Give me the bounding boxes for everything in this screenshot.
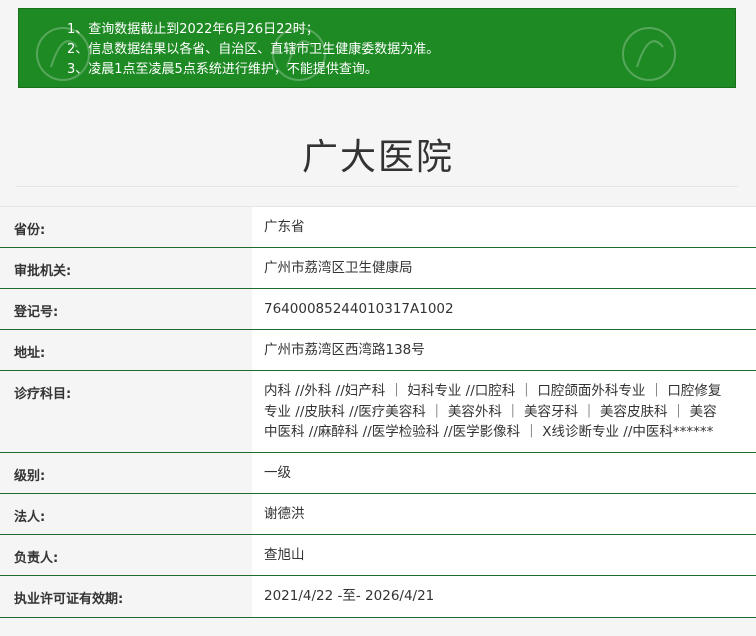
table-row-license-validity: 执业许可证有效期: 2021/4/22 -至- 2026/4/21: [0, 576, 756, 618]
row-value: 一级: [252, 453, 756, 493]
table-row-registration-number: 登记号: 76400085244010317A1002: [0, 289, 756, 330]
row-value: 广州市荔湾区西湾路138号: [252, 330, 756, 370]
row-label: 诊疗科目:: [0, 371, 252, 452]
row-value: 76400085244010317A1002: [252, 289, 756, 329]
row-value: 广州市荔湾区卫生健康局: [252, 248, 756, 288]
row-label: 审批机关:: [0, 248, 252, 288]
hospital-info-table: 省份: 广东省 审批机关: 广州市荔湾区卫生健康局 登记号: 764000852…: [0, 206, 756, 618]
title-divider: [16, 186, 738, 187]
department-line: 专业 //皮肤科 //医疗美容科 ｜ 美容外科 ｜ 美容牙科 ｜ 美容皮肤科 ｜…: [264, 403, 717, 420]
department-line: 中医科 //麻醉科 //医学检验科 //医学影像科 ｜ X线诊断专业 //中医科…: [264, 424, 714, 440]
row-value: 查旭山: [252, 535, 756, 575]
notice-line-3: 3、凌晨1点至凌晨5点系统进行维护，不能提供查询。: [67, 62, 378, 77]
table-row-approval-authority: 审批机关: 广州市荔湾区卫生健康局: [0, 248, 756, 289]
row-label: 登记号:: [0, 289, 252, 329]
page-title: 广大医院: [301, 137, 454, 178]
table-row-person-in-charge: 负责人: 查旭山: [0, 535, 756, 576]
row-value: 2021/4/22 -至- 2026/4/21: [252, 576, 756, 617]
row-value: 内科 //外科 //妇产科 ｜ 妇科专业 //口腔科 ｜ 口腔颌面外科专业 ｜ …: [252, 371, 756, 452]
table-row-level: 级别: 一级: [0, 453, 756, 494]
notice-banner: 1、查询数据截止到2022年6月26日22时； 2、信息数据结果以各省、自治区、…: [18, 8, 736, 88]
row-label: 级别:: [0, 453, 252, 493]
row-label: 负责人:: [0, 535, 252, 575]
row-label: 省份:: [0, 207, 252, 247]
row-value: 广东省: [252, 207, 756, 247]
table-row-address: 地址: 广州市荔湾区西湾路138号: [0, 330, 756, 371]
watermark-logo-icon: [622, 27, 676, 81]
notice-line-2: 2、信息数据结果以各省、自治区、直辖市卫生健康委数据为准。: [67, 42, 440, 57]
table-row-departments: 诊疗科目: 内科 //外科 //妇产科 ｜ 妇科专业 //口腔科 ｜ 口腔颌面外…: [0, 371, 756, 453]
table-row-legal-person: 法人: 谢德洪: [0, 494, 756, 535]
row-label: 地址:: [0, 330, 252, 370]
row-label: 法人:: [0, 494, 252, 534]
row-label: 执业许可证有效期:: [0, 576, 252, 617]
department-line: 内科 //外科 //妇产科 ｜ 妇科专业 //口腔科 ｜ 口腔颌面外科专业 ｜ …: [264, 383, 722, 399]
row-value: 谢德洪: [252, 494, 756, 534]
table-row-province: 省份: 广东省: [0, 206, 756, 248]
notice-line-1: 1、查询数据截止到2022年6月26日22时；: [67, 22, 319, 37]
